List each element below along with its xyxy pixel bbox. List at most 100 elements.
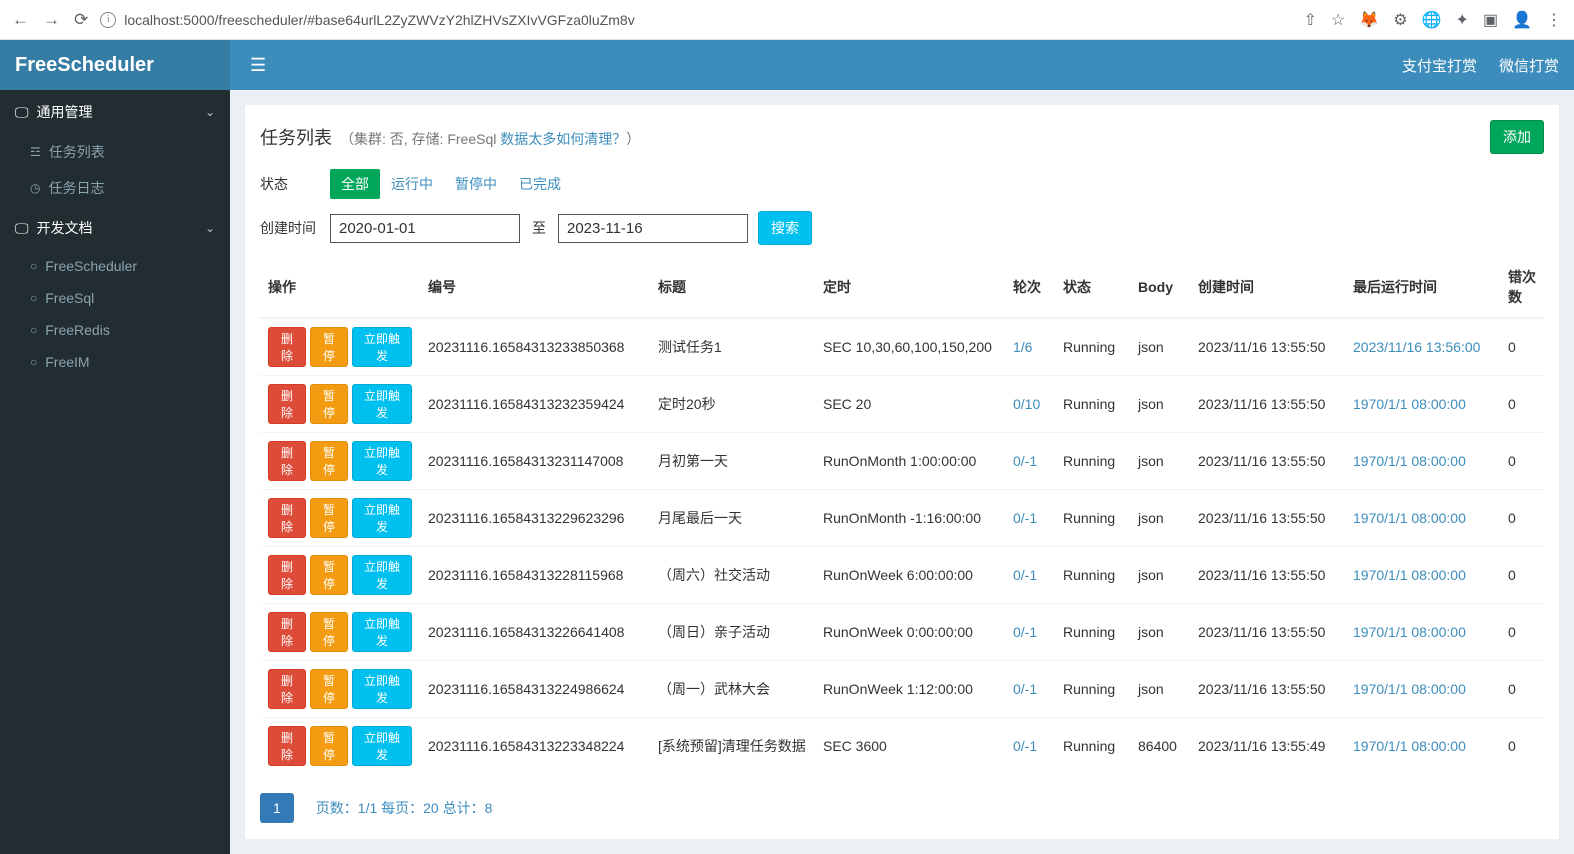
pause-button[interactable]: 暂停 bbox=[310, 384, 348, 424]
search-button[interactable]: 搜索 bbox=[758, 211, 812, 245]
sidebar-toggle-icon[interactable]: ☰ bbox=[245, 50, 271, 81]
trigger-button[interactable]: 立即触发 bbox=[352, 441, 412, 481]
sidebar-group-label: 开发文档 bbox=[37, 220, 93, 236]
table-row: 删除暂停立即触发20231116.16584313224986624（周一）武林… bbox=[260, 661, 1544, 718]
cell-id: 20231116.16584313231147008 bbox=[420, 433, 650, 490]
sidebar-item-freeim[interactable]: ○FreeIM bbox=[0, 346, 230, 378]
cell-round-link[interactable]: 0/-1 bbox=[1013, 510, 1037, 526]
forward-icon[interactable]: → bbox=[43, 10, 60, 30]
nav-link-alipay[interactable]: 支付宝打赏 bbox=[1402, 55, 1477, 76]
delete-button[interactable]: 删除 bbox=[268, 612, 306, 652]
browser-actions: ⇧ ☆ 🦊 ⚙ 🌐 ✦ ▣ 👤 ⋮ bbox=[1304, 10, 1562, 30]
page-current[interactable]: 1 bbox=[260, 793, 294, 823]
cell-lastrun-link[interactable]: 1970/1/1 08:00:00 bbox=[1353, 624, 1466, 640]
nav-link-wechat[interactable]: 微信打赏 bbox=[1499, 55, 1559, 76]
status-tabs: 全部 运行中 暂停中 已完成 bbox=[330, 169, 572, 199]
cell-lastrun-link[interactable]: 1970/1/1 08:00:00 bbox=[1353, 396, 1466, 412]
extension-icon[interactable]: ⚙ bbox=[1393, 10, 1407, 30]
sidebar-item-task-list[interactable]: ☲任务列表 bbox=[0, 134, 230, 170]
delete-button[interactable]: 删除 bbox=[268, 384, 306, 424]
share-icon[interactable]: ⇧ bbox=[1304, 10, 1317, 30]
cell-body: json bbox=[1130, 490, 1190, 547]
cell-lastrun-link[interactable]: 1970/1/1 08:00:00 bbox=[1353, 738, 1466, 754]
page-info[interactable]: 页数：1/1 每页：20 总计：8 bbox=[304, 792, 505, 824]
pause-button[interactable]: 暂停 bbox=[310, 327, 348, 367]
pause-button[interactable]: 暂停 bbox=[310, 441, 348, 481]
sidebar-item-label: 任务日志 bbox=[48, 178, 104, 198]
sidebar-item-freescheduler[interactable]: ○FreeScheduler bbox=[0, 250, 230, 282]
trigger-button[interactable]: 立即触发 bbox=[352, 669, 412, 709]
url-bar[interactable]: i localhost:5000/freescheduler/#base64ur… bbox=[100, 8, 1291, 32]
trigger-button[interactable]: 立即触发 bbox=[352, 498, 412, 538]
status-tab-paused[interactable]: 暂停中 bbox=[444, 169, 508, 199]
url-text: localhost:5000/freescheduler/#base64urlL… bbox=[124, 12, 634, 28]
menu-icon[interactable]: ⋮ bbox=[1546, 10, 1562, 30]
panel-header: 任务列表 （集群: 否, 存储: FreeSql 数据太多如何清理？） 添加 bbox=[260, 120, 1544, 154]
trigger-button[interactable]: 立即触发 bbox=[352, 726, 412, 766]
sidebar-item-freesql[interactable]: ○FreeSql bbox=[0, 282, 230, 314]
cell-lastrun-link[interactable]: 2023/11/16 13:56:00 bbox=[1353, 339, 1480, 355]
trigger-button[interactable]: 立即触发 bbox=[352, 384, 412, 424]
profile-icon[interactable]: 👤 bbox=[1512, 10, 1532, 30]
cell-round-link[interactable]: 0/-1 bbox=[1013, 624, 1037, 640]
site-info-icon[interactable]: i bbox=[100, 12, 116, 28]
date-to-input[interactable] bbox=[558, 214, 748, 243]
pause-button[interactable]: 暂停 bbox=[310, 669, 348, 709]
content-area: 任务列表 （集群: 否, 存储: FreeSql 数据太多如何清理？） 添加 状… bbox=[230, 90, 1574, 854]
sidebar-item-task-log[interactable]: ◷任务日志 bbox=[0, 170, 230, 206]
cell-errors: 0 bbox=[1500, 604, 1544, 661]
status-tab-completed[interactable]: 已完成 bbox=[508, 169, 572, 199]
panel-icon[interactable]: ▣ bbox=[1483, 10, 1498, 30]
circle-icon: ○ bbox=[30, 323, 37, 337]
sidebar-group-general[interactable]: 🖵通用管理 ⌄ bbox=[0, 90, 230, 134]
table-row: 删除暂停立即触发20231116.16584313223348224[系统预留]… bbox=[260, 718, 1544, 775]
puzzle-icon[interactable]: ✦ bbox=[1456, 10, 1469, 30]
sidebar-item-freeredis[interactable]: ○ FreeRedis bbox=[0, 314, 230, 346]
table-header-row: 操作 编号 标题 定时 轮次 状态 Body 创建时间 最后运行时间 错次数 bbox=[260, 257, 1544, 318]
trigger-button[interactable]: 立即触发 bbox=[352, 612, 412, 652]
sidebar-item-label: 任务列表 bbox=[49, 142, 105, 162]
reload-icon[interactable]: ⟳ bbox=[74, 10, 88, 30]
pause-button[interactable]: 暂停 bbox=[310, 612, 348, 652]
status-tab-running[interactable]: 运行中 bbox=[380, 169, 444, 199]
pager: 1 页数：1/1 每页：20 总计：8 bbox=[260, 792, 1544, 824]
cell-created: 2023/11/16 13:55:50 bbox=[1190, 661, 1345, 718]
browser-nav: ← → ⟳ bbox=[12, 10, 88, 30]
delete-button[interactable]: 删除 bbox=[268, 498, 306, 538]
trigger-button[interactable]: 立即触发 bbox=[352, 327, 412, 367]
back-icon[interactable]: ← bbox=[12, 10, 29, 30]
cell-body: json bbox=[1130, 318, 1190, 376]
add-button[interactable]: 添加 bbox=[1490, 120, 1544, 154]
delete-button[interactable]: 删除 bbox=[268, 669, 306, 709]
sidebar-item-label: FreeRedis bbox=[45, 322, 110, 338]
cell-timing: RunOnWeek 1:12:00:00 bbox=[815, 661, 1005, 718]
nav-links: 支付宝打赏 微信打赏 bbox=[1402, 55, 1559, 76]
app-logo[interactable]: FreeScheduler bbox=[0, 40, 230, 90]
sidebar-item-label: FreeIM bbox=[45, 354, 89, 370]
star-icon[interactable]: ☆ bbox=[1331, 10, 1345, 30]
sidebar-group-docs[interactable]: 🖵开发文档 ⌄ bbox=[0, 206, 230, 250]
delete-button[interactable]: 删除 bbox=[268, 327, 306, 367]
cell-lastrun-link[interactable]: 1970/1/1 08:00:00 bbox=[1353, 567, 1466, 583]
status-tab-all[interactable]: 全部 bbox=[330, 169, 380, 199]
cell-round-link[interactable]: 0/-1 bbox=[1013, 567, 1037, 583]
cell-timing: SEC 20 bbox=[815, 376, 1005, 433]
cell-status: Running bbox=[1055, 490, 1130, 547]
cell-round-link[interactable]: 0/-1 bbox=[1013, 453, 1037, 469]
cleanup-help-link[interactable]: 数据太多如何清理？ bbox=[500, 131, 626, 147]
cell-lastrun-link[interactable]: 1970/1/1 08:00:00 bbox=[1353, 453, 1466, 469]
pause-button[interactable]: 暂停 bbox=[310, 555, 348, 595]
delete-button[interactable]: 删除 bbox=[268, 726, 306, 766]
delete-button[interactable]: 删除 bbox=[268, 441, 306, 481]
delete-button[interactable]: 删除 bbox=[268, 555, 306, 595]
cell-round-link[interactable]: 0/10 bbox=[1013, 396, 1040, 412]
date-from-input[interactable] bbox=[330, 214, 520, 243]
pause-button[interactable]: 暂停 bbox=[310, 726, 348, 766]
trigger-button[interactable]: 立即触发 bbox=[352, 555, 412, 595]
globe-icon[interactable]: 🌐 bbox=[1422, 10, 1442, 30]
cell-round-link[interactable]: 1/6 bbox=[1013, 339, 1032, 355]
metamask-icon[interactable]: 🦊 bbox=[1359, 10, 1379, 30]
pause-button[interactable]: 暂停 bbox=[310, 498, 348, 538]
cell-round-link[interactable]: 0/-1 bbox=[1013, 738, 1037, 754]
cell-lastrun-link[interactable]: 1970/1/1 08:00:00 bbox=[1353, 510, 1466, 526]
